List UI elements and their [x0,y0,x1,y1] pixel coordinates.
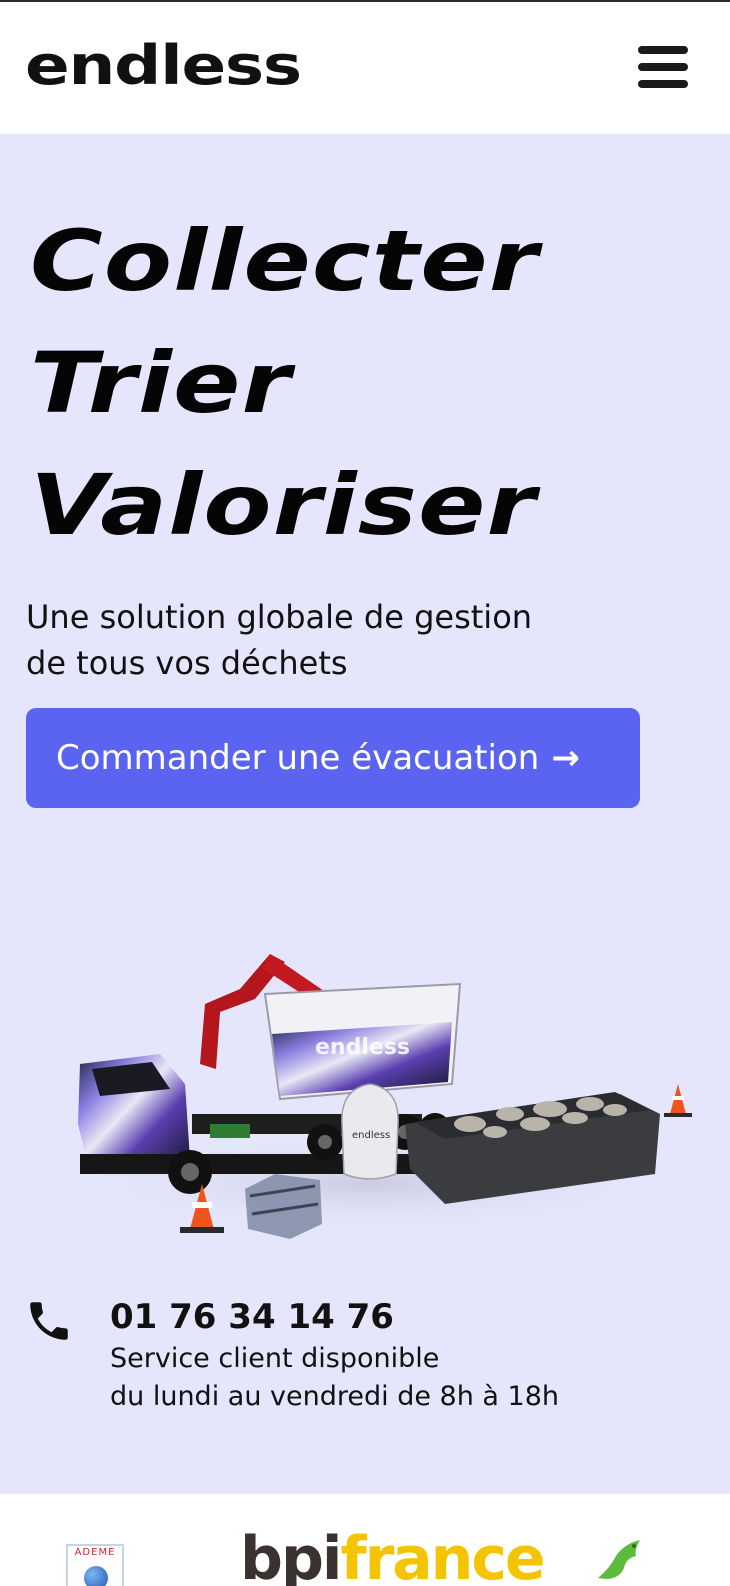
hero-headline: Collecter Trier Valoriser [30,200,538,566]
order-evacuation-button[interactable]: Commander une évacuation → [26,708,640,808]
hours-line-2: du lundi au vendredi de 8h à 18h [110,1381,560,1412]
traffic-cone-right [664,1084,692,1117]
hero-subtitle: Une solution globale de gestion de tous … [26,594,606,686]
hero-section: Collecter Trier Valoriser Une solution g… [0,134,730,1494]
svg-text:endless: endless [352,1130,390,1141]
contact-block: 01 76 34 14 76 Service client disponible… [24,1294,704,1424]
headline-line-valoriser: Valoriser [30,456,537,554]
globe-icon [84,1566,108,1586]
headline-line-collecter: Collecter [30,212,539,310]
truck-illustration: endless endless [50,954,692,1239]
ademe-logo: ADEME [66,1544,124,1586]
truck-container: endless [263,982,462,1101]
endless-logo[interactable]: endless [25,30,302,102]
phone-number-link[interactable]: 01 76 34 14 76 [110,1294,394,1340]
site-header: endless [0,2,730,134]
partners-strip: ADEME bpifrance [0,1494,730,1586]
headline-line-trier: Trier [30,334,292,432]
bpifrance-logo: bpifrance [240,1524,546,1586]
big-bag: endless [341,1083,399,1180]
hamburger-menu-icon[interactable] [638,46,692,90]
gravel-bag [245,1174,322,1239]
order-evacuation-label: Commander une évacuation [56,738,540,778]
hours-line-1: Service client disponible [110,1343,440,1374]
phone-icon[interactable] [24,1296,74,1346]
arrow-right-icon: → [551,738,580,778]
svg-text:endless: endless [315,1035,410,1060]
subtitle-line-2: de tous vos déchets [26,644,348,682]
subtitle-line-1: Une solution globale de gestion [26,598,533,636]
service-hours: Service client disponible du lundi au ve… [110,1340,559,1416]
dove-logo-icon [598,1540,640,1579]
